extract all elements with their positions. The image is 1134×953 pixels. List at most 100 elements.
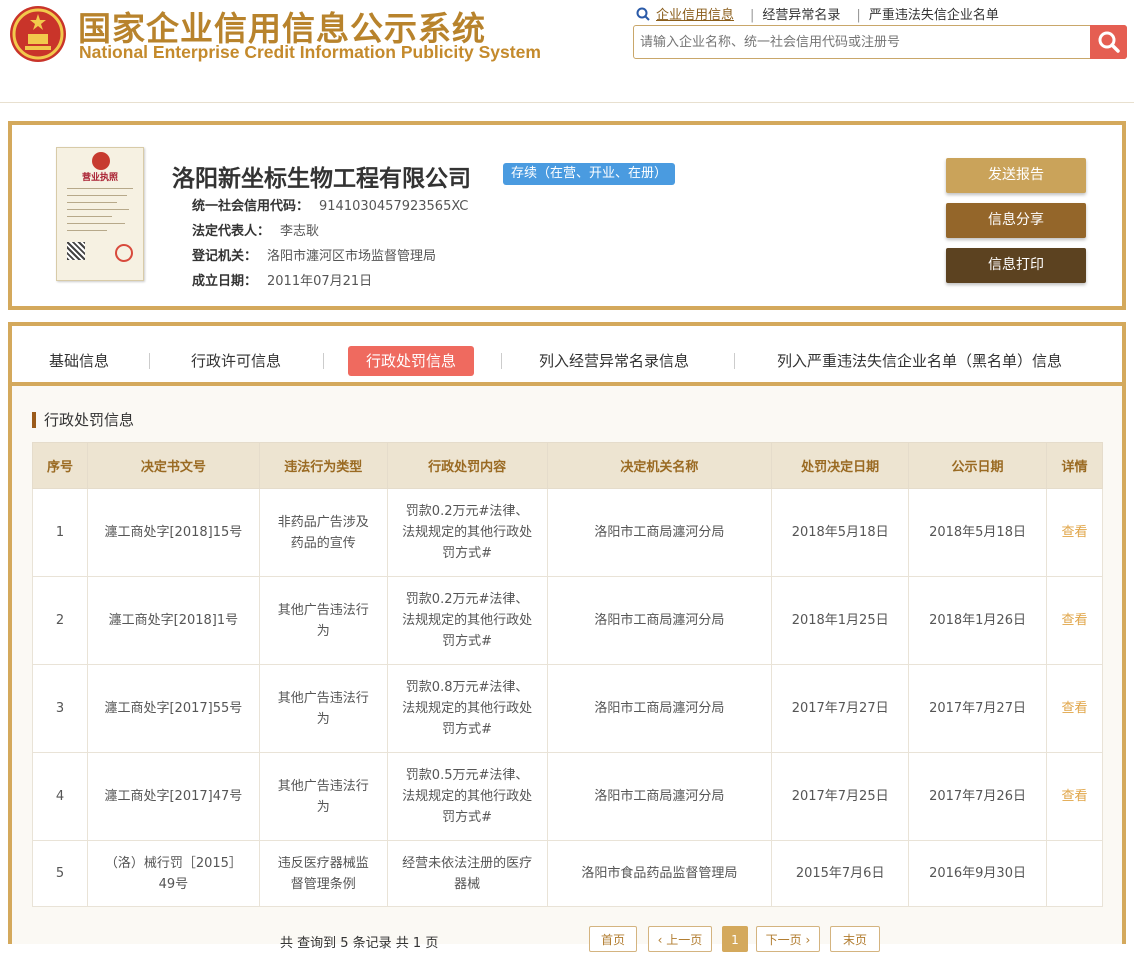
cell-doc-no: （洛）械行罚［2015］49号: [86, 840, 260, 907]
cell-index: 5: [32, 840, 88, 907]
cell-doc-no: 瀍工商处字[2017]47号: [86, 752, 260, 841]
cell-penalty-content: 罚款0.2万元#法律、法规规定的其他行政处罚方式#: [386, 488, 548, 577]
col-header-violation-type: 违法行为类型: [258, 442, 388, 489]
cell-decision-date: 2015年7月6日: [771, 840, 910, 907]
cell-authority: 洛阳市食品药品监督管理局: [546, 840, 773, 907]
company-card: 营业执照 洛阳新坐标生物工程有限公司 存续（在营、开业、在册） 统一社会信用代码…: [8, 121, 1126, 310]
col-header-decision-date: 处罚决定日期: [771, 442, 910, 489]
top-links: 企业信用信息 | 经营异常名录 | 严重违法失信企业名单: [636, 4, 1009, 23]
tab-admin-penalty[interactable]: 行政处罚信息: [348, 346, 475, 376]
info-label: 登记机关：: [192, 249, 258, 264]
cell-details: [1045, 840, 1104, 907]
link-blacklist[interactable]: 严重违法失信企业名单: [869, 8, 999, 23]
print-info-button[interactable]: 信息打印: [946, 248, 1086, 283]
pager-next-button[interactable]: 下一页 ›: [756, 926, 820, 952]
table-header-row: 序号 决定书文号 违法行为类型 行政处罚内容 决定机关名称 处罚决定日期 公示日…: [32, 442, 1104, 489]
section-title: 行政处罚信息: [32, 412, 134, 428]
site-header: 国家企业信用信息公示系统 National Enterprise Credit …: [0, 0, 1134, 103]
tab-abnormal-list[interactable]: 列入经营异常名录信息: [539, 346, 689, 376]
col-header-penalty-content: 行政处罚内容: [386, 442, 548, 489]
link-abnormal-list[interactable]: 经营异常名录: [762, 8, 840, 23]
license-text-line: [67, 230, 107, 231]
cell-authority: 洛阳市工商局瀍河分局: [546, 664, 773, 753]
license-qr-icon: [67, 242, 85, 260]
view-details-link[interactable]: 查看: [1045, 576, 1104, 665]
penalty-table: 序号 决定书文号 违法行为类型 行政处罚内容 决定机关名称 处罚决定日期 公示日…: [32, 442, 1104, 907]
business-license-image[interactable]: 营业执照: [56, 147, 144, 281]
cell-authority: 洛阳市工商局瀍河分局: [546, 488, 773, 577]
table-row: 4 瀍工商处字[2017]47号 其他广告违法行为 罚款0.5万元#法律、法规规…: [32, 752, 1104, 841]
tab-blacklist[interactable]: 列入严重违法失信企业名单（黑名单）信息: [777, 346, 1062, 376]
share-info-button[interactable]: 信息分享: [946, 203, 1086, 238]
pager-current-page[interactable]: 1: [722, 926, 748, 952]
info-row-legal-rep: 法定代表人： 李志耿: [192, 220, 319, 239]
chevron-right-icon: ›: [801, 933, 811, 947]
send-report-button[interactable]: 发送报告: [946, 158, 1086, 193]
cell-decision-date: 2017年7月27日: [771, 664, 910, 753]
table-row: 1 瀍工商处字[2018]15号 非药品广告涉及药品的宣传 罚款0.2万元#法律…: [32, 488, 1104, 577]
cell-penalty-content: 经营未依法注册的医疗器械: [386, 840, 548, 907]
table-row: 2 瀍工商处字[2018]1号 其他广告违法行为 罚款0.2万元#法律、法规规定…: [32, 576, 1104, 665]
view-details-link[interactable]: 查看: [1045, 488, 1104, 577]
tabs-bar: 基础信息 行政许可信息 行政处罚信息 列入经营异常名录信息 列入严重违法失信企业…: [12, 326, 1122, 386]
license-text-line: [67, 216, 112, 217]
cell-index: 4: [32, 752, 88, 841]
cell-violation-type: 其他广告违法行为: [258, 576, 388, 665]
cell-doc-no: 瀍工商处字[2018]15号: [86, 488, 260, 577]
tab-basic-info[interactable]: 基础信息: [49, 346, 109, 376]
view-details-link[interactable]: 查看: [1045, 664, 1104, 753]
search-input[interactable]: [640, 31, 1080, 53]
pager-prev-label: 上一页: [666, 933, 703, 947]
info-row-founding-date: 成立日期： 2011年07月21日: [192, 270, 372, 289]
status-badge: 存续（在营、开业、在册）: [503, 163, 676, 185]
company-name: 洛阳新坐标生物工程有限公司: [172, 166, 471, 192]
col-header-index: 序号: [32, 442, 88, 489]
info-label: 法定代表人：: [192, 224, 271, 239]
cell-publish-date: 2018年1月26日: [908, 576, 1047, 665]
cell-index: 1: [32, 488, 88, 577]
tab-divider: [501, 353, 502, 369]
link-credit-info[interactable]: 企业信用信息: [656, 8, 734, 23]
col-header-doc-no: 决定书文号: [86, 442, 260, 489]
chevron-left-icon: ‹: [657, 933, 667, 947]
pager-first-button[interactable]: 首页: [589, 926, 637, 952]
cell-authority: 洛阳市工商局瀍河分局: [546, 576, 773, 665]
search-button[interactable]: [1090, 25, 1127, 59]
pager-next-label: 下一页: [765, 933, 802, 947]
table-row: 3 瀍工商处字[2017]55号 其他广告违法行为 罚款0.8万元#法律、法规规…: [32, 664, 1104, 753]
cell-publish-date: 2018年5月18日: [908, 488, 1047, 577]
info-label: 成立日期：: [192, 274, 258, 289]
tab-divider: [149, 353, 150, 369]
cell-publish-date: 2017年7月27日: [908, 664, 1047, 753]
col-header-authority: 决定机关名称: [546, 442, 773, 489]
info-label: 统一社会信用代码：: [192, 199, 310, 214]
cell-doc-no: 瀍工商处字[2017]55号: [86, 664, 260, 753]
cell-violation-type: 违反医疗器械监督管理条例: [258, 840, 388, 907]
tabs-panel: 基础信息 行政许可信息 行政处罚信息 列入经营异常名录信息 列入严重违法失信企业…: [8, 322, 1126, 952]
search-box: [633, 25, 1127, 59]
license-emblem-icon: [92, 152, 110, 170]
info-value: 2011年07月21日: [267, 274, 373, 289]
info-row-registration-authority: 登记机关： 洛阳市瀍河区市场监督管理局: [192, 245, 436, 264]
search-small-icon: [636, 7, 650, 21]
cell-decision-date: 2018年1月25日: [771, 576, 910, 665]
cell-index: 3: [32, 664, 88, 753]
col-header-details: 详情: [1045, 442, 1104, 489]
search-icon: [1098, 31, 1120, 53]
info-value: 洛阳市瀍河区市场监督管理局: [267, 249, 437, 264]
cell-violation-type: 其他广告违法行为: [258, 664, 388, 753]
pager-summary: 共 查询到 5 条记录 共 1 页: [280, 936, 439, 951]
cell-violation-type: 非药品广告涉及药品的宣传: [258, 488, 388, 577]
cell-penalty-content: 罚款0.2万元#法律、法规规定的其他行政处罚方式#: [386, 576, 548, 665]
site-title-en: National Enterprise Credit Information P…: [79, 42, 541, 62]
pager-last-button[interactable]: 末页: [830, 926, 880, 952]
pager-prev-button[interactable]: ‹ 上一页: [648, 926, 712, 952]
cell-penalty-content: 罚款0.8万元#法律、法规规定的其他行政处罚方式#: [386, 664, 548, 753]
info-row-credit-code: 统一社会信用代码： 9141030457923565XC: [192, 195, 468, 214]
license-title: 营业执照: [81, 173, 118, 183]
cell-publish-date: 2016年9月30日: [908, 840, 1047, 907]
tab-admin-license[interactable]: 行政许可信息: [191, 346, 281, 376]
cell-publish-date: 2017年7月26日: [908, 752, 1047, 841]
cell-violation-type: 其他广告违法行为: [258, 752, 388, 841]
view-details-link[interactable]: 查看: [1045, 752, 1104, 841]
